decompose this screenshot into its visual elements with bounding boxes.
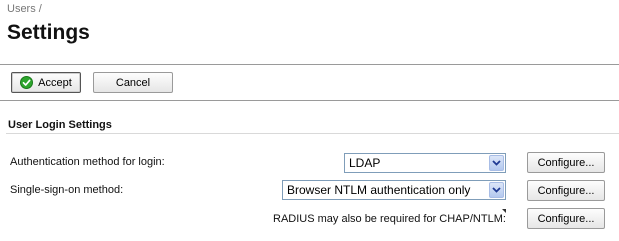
sso-method-value: Browser NTLM authentication only <box>287 183 471 197</box>
cancel-button-label: Cancel <box>115 76 151 89</box>
cancel-button[interactable]: Cancel <box>93 72 173 93</box>
chevron-down-icon[interactable] <box>489 155 504 171</box>
checkmark-icon <box>20 76 34 89</box>
toolbar-top-divider <box>0 64 619 65</box>
radius-label: RADIUS may also be required for CHAP/NTL… <box>273 213 506 225</box>
accept-button[interactable]: Accept <box>11 72 81 93</box>
sso-method-label: Single-sign-on method: <box>10 184 124 196</box>
toolbar-bottom-divider <box>0 100 619 101</box>
radius-configure-label: Configure... <box>537 212 595 225</box>
auth-method-value: LDAP <box>349 156 381 170</box>
auth-method-label: Authentication method for login: <box>10 156 165 168</box>
sso-configure-label: Configure... <box>537 184 595 197</box>
auth-configure-button[interactable]: Configure... <box>527 152 605 173</box>
sso-configure-button[interactable]: Configure... <box>527 180 605 201</box>
accept-button-label: Accept <box>38 76 72 89</box>
breadcrumb[interactable]: Users / <box>7 3 42 15</box>
section-divider <box>6 133 619 134</box>
page-title: Settings <box>7 21 90 44</box>
auth-method-select[interactable]: LDAP <box>344 153 506 173</box>
radius-configure-button[interactable]: Configure... <box>527 208 605 229</box>
corner-marker-icon <box>502 209 506 213</box>
section-title: User Login Settings <box>8 119 112 131</box>
chevron-down-icon[interactable] <box>489 182 504 198</box>
auth-configure-label: Configure... <box>537 156 595 169</box>
sso-method-select[interactable]: Browser NTLM authentication only <box>282 180 506 200</box>
